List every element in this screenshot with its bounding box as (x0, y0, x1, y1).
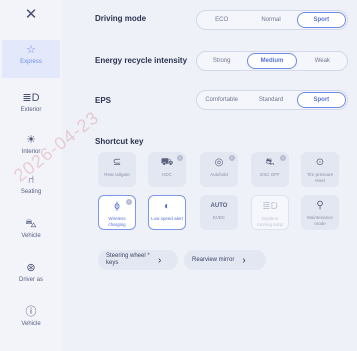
daytime-running-lamp-icon: ≣D (262, 201, 278, 212)
tile-label: Autohold (210, 172, 228, 177)
info-icon: ⓘ (25, 306, 37, 318)
info-icon[interactable]: i (229, 155, 235, 161)
close-icon[interactable]: ✕ (25, 6, 38, 23)
sidebar-item-label: Express (20, 59, 42, 65)
sidebar-item-label: Vehicle (21, 233, 41, 239)
eps-standard[interactable]: Standard (247, 92, 294, 108)
maintenance-mode-tile[interactable]: ⚲ Maintenance mode (301, 195, 339, 230)
info-icon[interactable]: i (280, 155, 286, 161)
tile-label: Rear tailgate (104, 172, 130, 177)
tile-label: ESC OFF (260, 172, 280, 177)
shortcut-key-title: Shortcut key (95, 137, 144, 146)
energy-recycle-strong[interactable]: Strong (198, 53, 245, 69)
autohold-tile[interactable]: i ◎ Autohold (200, 152, 238, 187)
tile-label: Maintenance mode (307, 215, 333, 226)
car-icon: ⛍ (25, 218, 37, 230)
eps-comfortable[interactable]: Comfortable (198, 92, 245, 108)
tile-label: EVBC (212, 215, 226, 220)
rearview-mirror-label: Rearview mirror (192, 257, 235, 263)
wireless-charging-tile[interactable]: i ϕ Wireless charging (98, 195, 136, 230)
sidebar-item-label: Driver as (18, 277, 43, 283)
chevron-right-icon: › (158, 254, 162, 266)
rearview-mirror-button[interactable]: Rearview mirror › (184, 250, 266, 270)
tailgate-icon: ⊆ (112, 157, 122, 168)
eps-label: EPS (95, 96, 112, 105)
sidebar-item-label: Seating (20, 189, 42, 195)
eps-sport[interactable]: Sport (296, 92, 346, 108)
info-icon[interactable]: i (177, 155, 183, 161)
star-icon: ☆ (26, 44, 36, 56)
sidebar-item-label: Vehicle (21, 321, 41, 327)
tile-label: Wireless charging (108, 216, 126, 227)
low-speed-alert-tile[interactable]: ◐ Low speed alert (148, 195, 186, 230)
evbc-tile[interactable]: AUTO EVBC (200, 195, 238, 230)
esc-off-tile[interactable]: i ⛐ ESC OFF (251, 152, 289, 187)
sidebar-item-vehicle[interactable]: ⛍ Vehicle (2, 214, 60, 252)
tile-label: HDC (162, 172, 172, 177)
sidebar-item-express[interactable]: ☆ Express (2, 40, 60, 78)
steering-wheel-icon: ⊛ (26, 262, 36, 274)
settings-panel: Driving mode ECO Normal Sport Energy rec… (62, 0, 357, 351)
energy-recycle-weak[interactable]: Weak (299, 53, 346, 69)
tile-label: Low speed alert (151, 216, 183, 221)
rear-tailgate-tile[interactable]: ⊆ Rear tailgate (98, 152, 136, 187)
tile-label: Tire pressure reset (306, 172, 334, 183)
hdc-tile[interactable]: i ⛟ HDC (148, 152, 186, 187)
tire-pressure-reset-tile[interactable]: ⊙ Tire pressure reset (301, 152, 339, 187)
evbc-icon: AUTO (210, 203, 228, 209)
car-light-icon: ≣D (22, 92, 40, 104)
energy-recycle-selector: Strong Medium Weak (196, 51, 348, 71)
wrench-icon: ⚲ (316, 200, 324, 211)
driving-mode-label: Driving mode (95, 14, 147, 23)
daytime-running-lamp-tile[interactable]: ≣D Daytime running lamp (251, 195, 289, 230)
info-icon[interactable]: i (126, 199, 132, 205)
energy-recycle-medium[interactable]: Medium (247, 53, 297, 69)
tile-label: Daytime running lamp (256, 216, 283, 227)
energy-recycle-label: Energy recycle intensity (95, 56, 188, 65)
driving-mode-sport[interactable]: Sport (296, 12, 346, 28)
tire-pressure-icon: ⊙ (315, 157, 325, 168)
sidebar-item-vehicle-info[interactable]: ⓘ Vehicle (2, 302, 60, 340)
sidebar-item-driver-assist[interactable]: ⊛ Driver as (2, 258, 60, 296)
steering-wheel-keys-label: Steering wheel * keys (106, 253, 150, 266)
chevron-right-icon: › (242, 254, 246, 266)
sidebar-item-label: Exterior (20, 107, 42, 113)
steering-wheel-keys-button[interactable]: Steering wheel * keys › (98, 250, 178, 270)
driving-mode-eco[interactable]: ECO (198, 12, 245, 28)
driving-mode-selector: ECO Normal Sport (196, 10, 348, 30)
sidebar-item-exterior[interactable]: ≣D Exterior (2, 88, 60, 126)
close-button[interactable]: ✕ (21, 6, 41, 24)
low-speed-alert-icon: ◐ (163, 201, 171, 212)
driving-mode-normal[interactable]: Normal (247, 12, 294, 28)
eps-selector: Comfortable Standard Sport (196, 90, 348, 110)
